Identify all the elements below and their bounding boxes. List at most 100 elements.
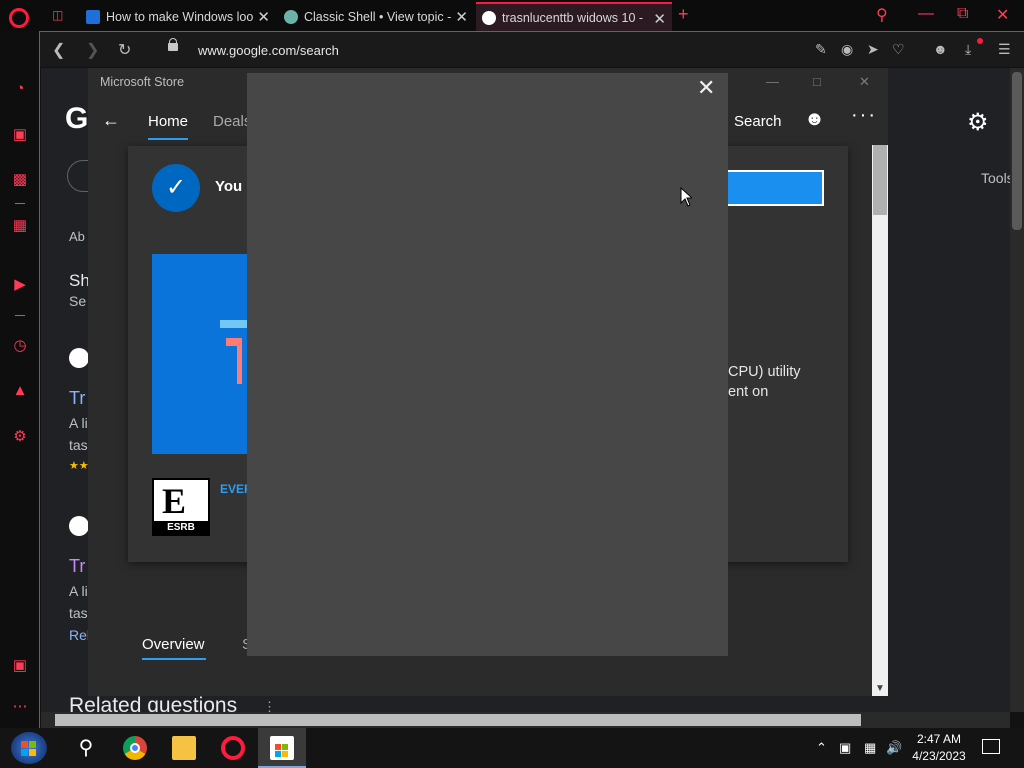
send-icon[interactable]: ➤ xyxy=(867,41,879,58)
account-icon[interactable]: ☻ xyxy=(804,108,825,131)
nav-search-button[interactable]: Search xyxy=(734,113,782,130)
store-minimize-icon[interactable]: — xyxy=(766,74,779,89)
subheading-fragment: Se xyxy=(69,293,87,309)
scrollbar-thumb[interactable] xyxy=(55,714,861,726)
result-link[interactable]: Tr xyxy=(69,388,85,409)
app-icon-tile xyxy=(152,254,252,454)
search-icon[interactable]: ⚲ xyxy=(74,736,98,760)
github-favicon-icon xyxy=(69,516,89,536)
store-scrollbar[interactable]: ▼ xyxy=(872,145,888,696)
history-icon[interactable]: ◷ xyxy=(10,336,30,356)
chrome-icon[interactable] xyxy=(123,736,147,760)
overview-tab[interactable]: Overview xyxy=(142,636,205,653)
tab-overview-icon[interactable]: ◫ xyxy=(52,8,63,22)
camera-icon[interactable]: ◉ xyxy=(841,41,853,58)
tab-translucenttb[interactable]: trasnlucenttb widows 10 - ✕ xyxy=(476,2,672,31)
sidebar-divider xyxy=(15,315,25,316)
address-bar: ❮ ❯ ↻ www.google.com/search ✎ ◉ ➤ ♡ ☻ ⤓ … xyxy=(40,31,1024,67)
windows-flag-icon xyxy=(29,749,36,756)
scroll-down-arrow-icon[interactable]: ▼ xyxy=(875,683,885,694)
store-taskbar-icon[interactable] xyxy=(270,736,294,760)
file-explorer-icon[interactable] xyxy=(172,736,196,760)
esrb-label: ESRB xyxy=(154,521,208,534)
result-favicon-icon xyxy=(69,348,89,368)
page-scrollbar-horizontal[interactable] xyxy=(41,712,1010,728)
restore-window-icon[interactable]: ⧉ xyxy=(957,5,968,23)
player-icon[interactable]: ▶ xyxy=(10,275,30,295)
more-sidebar-icon[interactable]: ⋯ xyxy=(10,697,30,717)
tab-classic-shell[interactable]: Classic Shell • View topic - ✕ xyxy=(278,2,474,31)
heading-fragment: Sh xyxy=(69,271,90,290)
opera-taskbar-icon[interactable] xyxy=(221,736,245,760)
close-tab-icon[interactable]: ✕ xyxy=(653,10,666,28)
close-window-icon[interactable]: ✕ xyxy=(996,5,1009,25)
result-snippet: A li xyxy=(69,583,88,599)
edit-icon[interactable]: ✎ xyxy=(815,41,827,58)
dialog-close-icon[interactable]: ✕ xyxy=(697,77,715,99)
result-snippet: tas xyxy=(69,437,88,453)
tab-title: trasnlucenttb widows 10 - xyxy=(502,10,644,25)
easy-setup-icon[interactable]: ☰ xyxy=(998,41,1011,58)
store-maximize-icon[interactable]: □ xyxy=(813,74,821,89)
settings-icon[interactable]: ⚙ xyxy=(10,427,30,447)
esrb-rating-badge[interactable]: E ESRB xyxy=(152,478,210,536)
rating-stars-icon: ★★ xyxy=(69,460,89,472)
google-logo[interactable]: G xyxy=(65,102,88,136)
download-badge xyxy=(977,38,983,44)
nav-deals-tab[interactable]: Deals xyxy=(213,113,251,130)
scrollbar-thumb[interactable] xyxy=(873,145,887,215)
blank-dialog: ✕ xyxy=(247,73,728,656)
more-menu-icon[interactable]: ··· xyxy=(851,104,877,127)
new-tab-button[interactable]: + xyxy=(678,4,689,25)
clock-date: 4/23/2023 xyxy=(912,749,966,763)
close-tab-icon[interactable]: ✕ xyxy=(455,8,468,26)
install-button[interactable] xyxy=(726,170,824,206)
download-icon[interactable]: ⤓ xyxy=(965,41,971,58)
reload-icon[interactable]: ↻ xyxy=(118,40,131,60)
workspaces-icon[interactable]: ▣ xyxy=(10,125,30,145)
tab-title: Classic Shell • View topic - xyxy=(304,9,452,24)
scrollbar-thumb[interactable] xyxy=(1012,72,1022,230)
speed-dial-icon[interactable]: ◔ xyxy=(10,79,30,99)
search-tabs-icon[interactable]: ⚲ xyxy=(876,5,888,25)
tools-button[interactable]: Tools xyxy=(981,170,1014,186)
tab-title: How to make Windows loo xyxy=(106,9,254,24)
nav-home-tab[interactable]: Home xyxy=(148,113,188,130)
device-icon[interactable]: ▣ xyxy=(839,740,851,756)
taskbar: ⚲ ⌃ ▣ ▦ 🔊 2:47 AM 4/23/2023 xyxy=(0,728,1024,768)
google-favicon-icon xyxy=(482,10,496,25)
checkmark-icon: ✓ xyxy=(152,164,200,212)
action-center-icon[interactable] xyxy=(982,739,1000,754)
description-line: CPU) utility xyxy=(728,364,801,380)
hardware-limiter-icon[interactable]: ▦ xyxy=(10,216,30,236)
result-snippet: A li xyxy=(69,415,88,431)
result-link[interactable]: Tr xyxy=(69,556,85,577)
heart-icon[interactable]: ♡ xyxy=(892,41,905,58)
filter-chip[interactable] xyxy=(67,160,89,192)
tab-windows-look[interactable]: How to make Windows loo ✕ xyxy=(80,2,276,31)
minimize-window-icon[interactable]: — xyxy=(918,5,934,23)
extensions-icon[interactable]: ▲ xyxy=(10,381,30,401)
profile-icon[interactable]: ☻ xyxy=(933,41,948,57)
result-link[interactable]: Rel xyxy=(69,627,90,643)
gallery-icon[interactable]: ▣ xyxy=(10,656,30,676)
twitch-icon[interactable]: ▩ xyxy=(10,170,30,190)
volume-icon[interactable]: 🔊 xyxy=(886,740,902,756)
store-logo-square xyxy=(282,744,288,750)
back-icon[interactable]: ❮ xyxy=(52,40,65,60)
start-button[interactable] xyxy=(11,732,47,764)
url-field[interactable]: www.google.com/search xyxy=(198,43,339,58)
active-tab-indicator xyxy=(148,138,188,140)
page-scrollbar-vertical[interactable] xyxy=(1010,68,1024,712)
settings-gear-icon[interactable]: ⚙ xyxy=(967,108,989,137)
chevron-up-icon[interactable]: ⌃ xyxy=(816,740,827,756)
result-snippet: tas xyxy=(69,605,88,621)
app-logo-shape xyxy=(220,320,250,328)
close-tab-icon[interactable]: ✕ xyxy=(257,8,270,26)
store-close-icon[interactable]: ✕ xyxy=(859,74,870,90)
back-arrow-icon[interactable]: ← xyxy=(102,110,120,131)
opera-logo-icon[interactable] xyxy=(9,8,29,28)
forward-icon[interactable]: ❯ xyxy=(86,40,99,60)
system-clock[interactable]: 2:47 AM 4/23/2023 xyxy=(912,731,966,765)
network-icon[interactable]: ▦ xyxy=(864,740,876,756)
